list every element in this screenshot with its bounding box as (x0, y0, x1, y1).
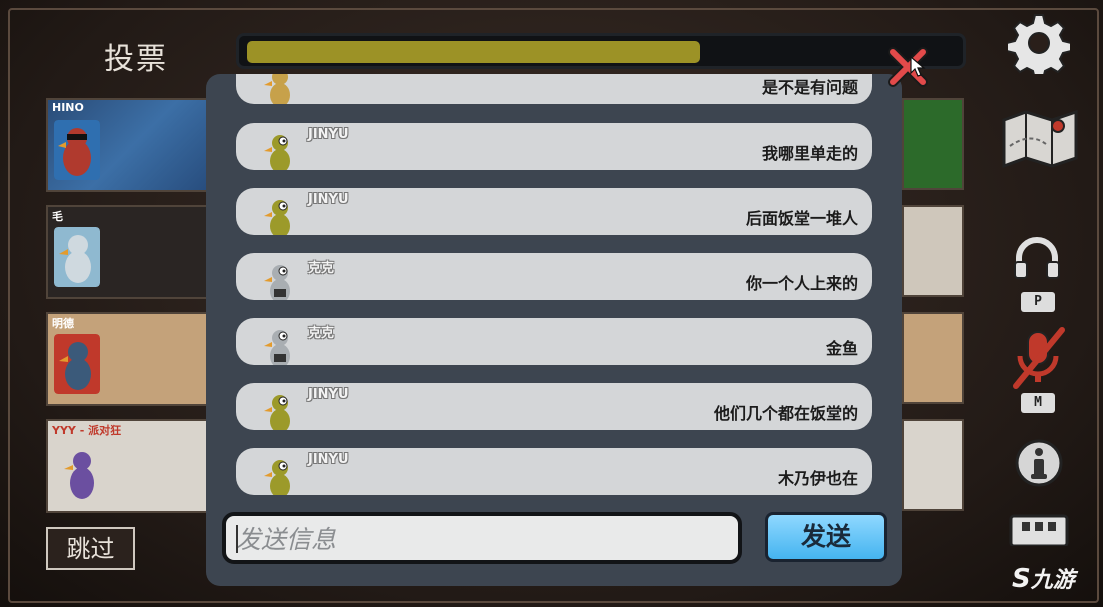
send-message-button[interactable]: 发送 (765, 512, 887, 562)
chat-panel: 是不是有问题 JINYU 我哪里单走的 JINYU 后面饭堂一堆人 克克 你一个… (206, 74, 902, 586)
goose-avatar (264, 460, 290, 495)
vote-timer-bar (236, 33, 966, 69)
chat-text: 你一个人上来的 (745, 274, 858, 293)
player-name: 毛 (52, 210, 63, 223)
chat-sender: 克克 (308, 326, 335, 341)
mouse-cursor-icon (910, 56, 926, 77)
chat-text: 我哪里单走的 (761, 144, 858, 163)
gear-icon[interactable] (1008, 12, 1070, 74)
watermark-text: 九游 (1030, 568, 1075, 593)
player-card[interactable]: HINO (46, 98, 220, 192)
goose-avatar (54, 334, 100, 394)
chat-message-input[interactable] (234, 520, 728, 558)
chat-message-list[interactable]: 是不是有问题 JINYU 我哪里单走的 JINYU 后面饭堂一堆人 克克 你一个… (236, 74, 872, 499)
goose-avatar (264, 265, 290, 300)
info-icon[interactable] (1014, 438, 1064, 488)
chat-message: 克克 你一个人上来的 (236, 253, 872, 300)
player-name: HINO (52, 101, 84, 114)
goose-avatar (264, 395, 290, 430)
chat-sender: 克克 (308, 261, 335, 276)
text-caret (236, 525, 238, 553)
mic-hotkey-badge: M (1021, 393, 1055, 413)
voice-hotkey-badge: P (1021, 292, 1055, 312)
chat-text: 木乃伊也在 (777, 469, 858, 488)
player-card[interactable] (902, 98, 964, 190)
player-name: YYY - 派对狂 (52, 424, 122, 437)
chat-sender: JINYU (308, 127, 349, 142)
chat-text: 是不是有问题 (761, 78, 858, 97)
player-card[interactable] (902, 419, 964, 511)
goose-avatar (64, 452, 94, 499)
chat-input-box[interactable] (222, 512, 742, 564)
player-card[interactable] (902, 205, 964, 297)
player-name: 明德 (52, 317, 74, 330)
chat-message: 克克 金鱼 (236, 318, 872, 365)
goose-avatar (54, 120, 100, 180)
chat-message: JINYU 后面饭堂一堆人 (236, 188, 872, 235)
chat-sender: JINYU (308, 192, 349, 207)
player-card[interactable]: YYY - 派对狂 (46, 419, 220, 513)
headphones-icon[interactable] (1012, 236, 1062, 280)
chat-sender: JINYU (308, 452, 349, 467)
player-card[interactable]: 明德 (46, 312, 220, 406)
chat-message: JINYU 他们几个都在饭堂的 (236, 383, 872, 430)
goose-avatar (264, 135, 290, 170)
watermark-logo: S九游 (1012, 562, 1075, 594)
watermark-s-glyph: S (1012, 564, 1031, 594)
chat-text: 他们几个都在饭堂的 (713, 404, 858, 423)
chat-sender: JINYU (308, 387, 349, 402)
vote-title: 投票 (104, 42, 168, 77)
goose-avatar (264, 200, 290, 235)
chat-message: JINYU 我哪里单走的 (236, 123, 872, 170)
ticket-icon[interactable] (1008, 512, 1070, 546)
player-card[interactable]: 毛 (46, 205, 220, 299)
chat-message: JINYU 木乃伊也在 (236, 448, 872, 495)
mic-muted-icon[interactable] (1010, 326, 1068, 390)
player-card[interactable] (902, 312, 964, 404)
goose-avatar (54, 227, 100, 287)
goose-avatar (264, 330, 290, 365)
goose-avatar (264, 74, 290, 104)
vote-timer-fill (247, 41, 700, 63)
skip-vote-button[interactable]: 跳过 (46, 527, 135, 570)
map-icon[interactable] (1000, 106, 1080, 170)
chat-text: 后面饭堂一堆人 (745, 209, 858, 228)
chat-text: 金鱼 (825, 339, 858, 358)
chat-message: 是不是有问题 (236, 74, 872, 104)
